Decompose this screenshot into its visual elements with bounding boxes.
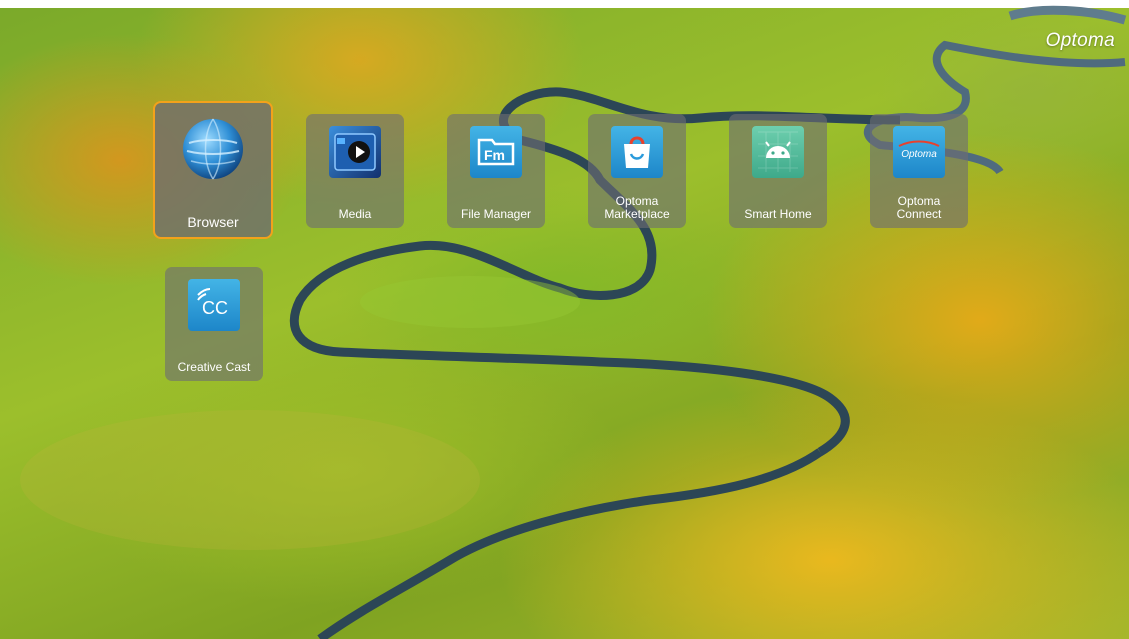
app-label: Browser — [187, 214, 239, 230]
app-label: Optoma Marketplace — [604, 194, 670, 221]
app-label: Creative Cast — [177, 360, 251, 374]
app-label: Smart Home — [744, 207, 812, 221]
home-screen: Optoma Browser Media Fm File Manager Opt… — [0, 0, 1129, 639]
icon-text: CC — [202, 298, 228, 318]
optoma-logo: Optoma — [1045, 30, 1115, 51]
globe-icon — [181, 117, 245, 181]
app-tile-smart-home[interactable]: Smart Home — [729, 114, 827, 228]
app-tile-media[interactable]: Media — [306, 114, 404, 228]
app-label: File Manager — [460, 207, 532, 221]
app-tile-optoma-connect[interactable]: Optoma Optoma Connect — [870, 114, 968, 228]
app-label: Optoma Connect — [896, 194, 942, 221]
media-play-icon — [329, 126, 381, 178]
icon-text: Optoma — [901, 149, 937, 160]
shopping-bag-icon — [611, 126, 663, 178]
svg-text:Fm: Fm — [484, 147, 505, 163]
android-icon — [752, 126, 804, 178]
file-manager-icon: Fm — [470, 126, 522, 178]
app-label: Media — [338, 207, 372, 221]
creative-cast-icon: CC — [188, 279, 240, 331]
app-tile-optoma-marketplace[interactable]: Optoma Marketplace — [588, 114, 686, 228]
app-tile-browser[interactable]: Browser — [153, 101, 273, 239]
optoma-logo-icon: Optoma — [893, 126, 945, 178]
app-tile-file-manager[interactable]: Fm File Manager — [447, 114, 545, 228]
app-tile-creative-cast[interactable]: CC Creative Cast — [165, 267, 263, 381]
